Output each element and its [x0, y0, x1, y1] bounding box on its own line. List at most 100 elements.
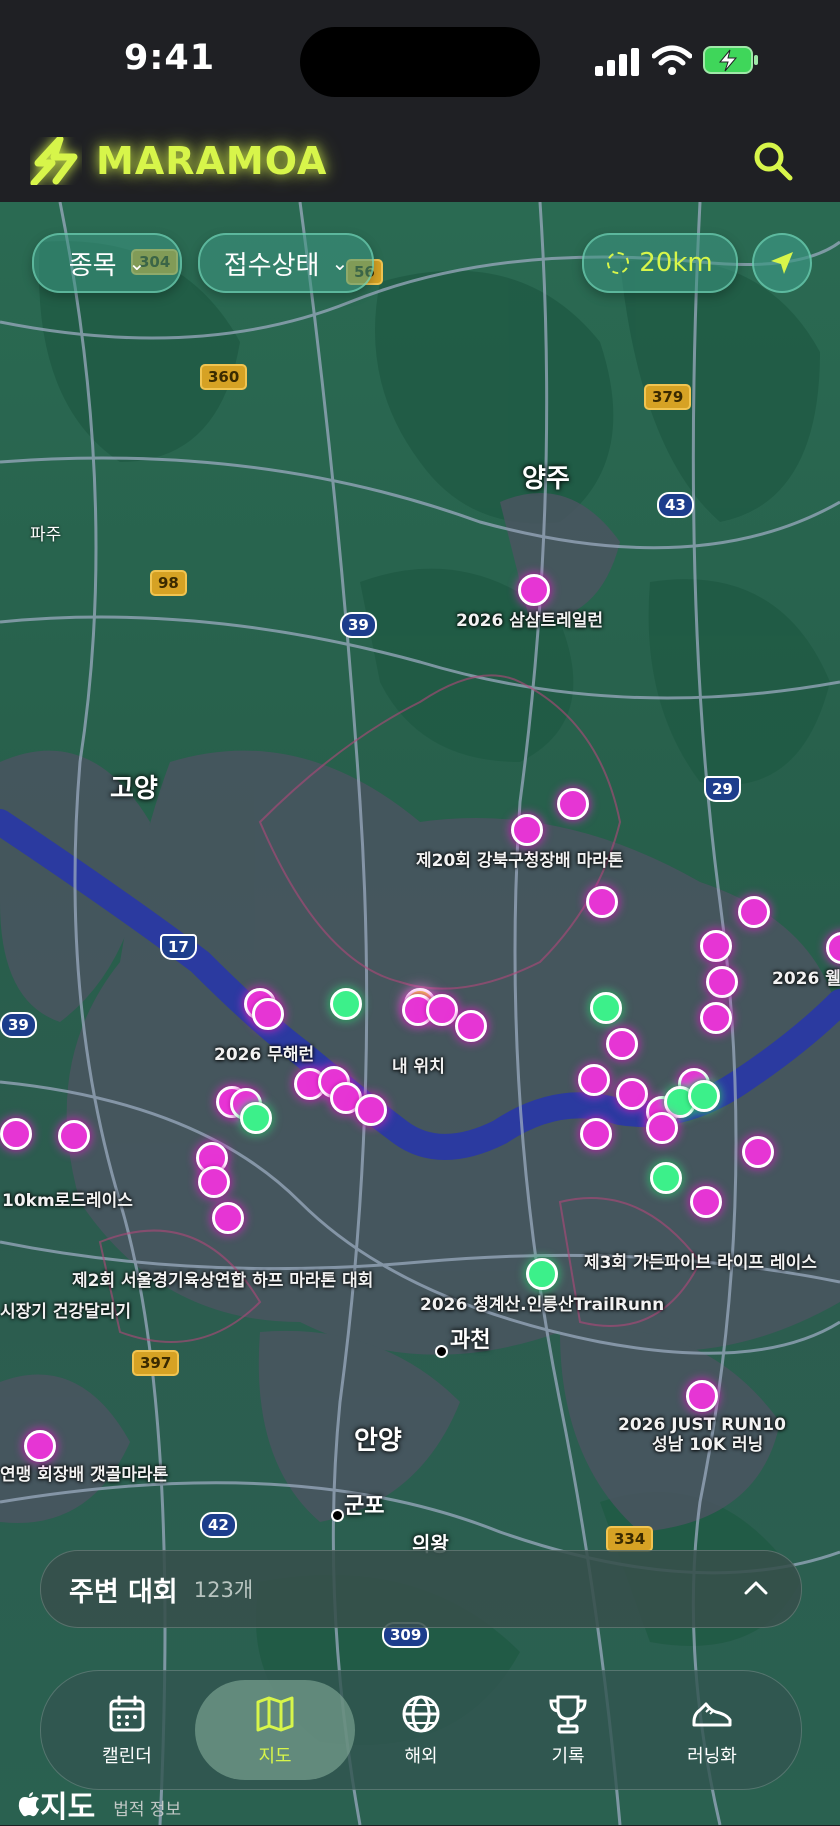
tab-calendar[interactable]: 캘린더: [52, 1671, 202, 1789]
tab-label: 해외: [404, 1746, 438, 1767]
road-shield: 39: [340, 612, 377, 638]
apple-logo-icon: [18, 1792, 39, 1817]
tab-label: 기록: [551, 1746, 585, 1767]
event-pin-open[interactable]: [590, 992, 622, 1024]
event-pin[interactable]: [557, 788, 589, 820]
event-pin[interactable]: [0, 1118, 32, 1150]
road-shield: 379: [644, 384, 692, 410]
event-pin[interactable]: [212, 1202, 244, 1234]
maps-attribution: 지도 법적 정보: [18, 1782, 181, 1826]
tab-map[interactable]: 지도: [195, 1680, 355, 1780]
map-icon: [256, 1696, 294, 1732]
road-shield: 43: [657, 492, 694, 518]
road-shield: 29: [704, 776, 741, 802]
event-pin[interactable]: [706, 966, 738, 998]
battery-icon: [703, 46, 758, 74]
category-filter[interactable]: 종목 ⌄: [32, 233, 182, 293]
event-label[interactable]: 2026 웰: [772, 970, 840, 989]
event-pin[interactable]: [742, 1136, 774, 1168]
event-pin[interactable]: [646, 1112, 678, 1144]
event-label[interactable]: 2026 무해런: [214, 1046, 314, 1065]
chevron-down-icon: ⌄: [128, 251, 146, 275]
event-label[interactable]: 연맹 회장배 갯골마라톤: [0, 1466, 168, 1485]
signal-icon: [595, 44, 641, 76]
status-filter-label: 접수상태: [223, 250, 320, 281]
event-label[interactable]: 성남 10K 러닝: [652, 1436, 763, 1455]
event-pin[interactable]: [426, 994, 458, 1026]
locate-me-button[interactable]: [752, 233, 812, 293]
event-pin[interactable]: [24, 1430, 56, 1462]
event-pin[interactable]: [578, 1064, 610, 1096]
radius-filter-label: 20km: [639, 248, 713, 278]
city-label: 군포: [344, 1494, 385, 1519]
maps-label: 지도: [40, 1790, 96, 1825]
event-pin[interactable]: [511, 814, 543, 846]
city-label: 고양: [110, 774, 158, 804]
event-pin[interactable]: [455, 1010, 487, 1042]
nearby-events-sheet[interactable]: 주변 대회 123개: [40, 1550, 802, 1628]
event-pin-open[interactable]: [240, 1102, 272, 1134]
event-pin[interactable]: [700, 1002, 732, 1034]
event-label[interactable]: 2026 JUST RUN10: [618, 1416, 786, 1435]
chevron-up-icon[interactable]: [741, 1573, 771, 1603]
app-logo: MARAMOA: [30, 136, 327, 186]
tab-shoes[interactable]: 러닝화: [637, 1671, 787, 1789]
road-shield: 397: [132, 1350, 180, 1376]
app-title: MARAMOA: [96, 139, 328, 183]
event-pin-open[interactable]: [330, 988, 362, 1020]
dynamic-island: [300, 27, 540, 97]
radius-filter[interactable]: 20km: [582, 233, 738, 293]
calendar-icon: [109, 1695, 145, 1732]
bolt-logo-icon: [30, 137, 78, 185]
event-pin[interactable]: [700, 930, 732, 962]
city-label: 파주: [30, 525, 62, 545]
event-label[interactable]: 제3회 가든파이브 라이프 레이스: [584, 1254, 817, 1273]
shoe-icon: [692, 1702, 732, 1727]
event-label[interactable]: 제20회 강북구청장배 마라톤: [416, 852, 624, 871]
wifi-icon: [652, 45, 692, 75]
sheet-title: 주변 대회: [69, 1576, 178, 1608]
event-pin[interactable]: [198, 1166, 230, 1198]
tab-label: 캘린더: [102, 1746, 152, 1767]
legal-link[interactable]: 법적 정보: [113, 1795, 181, 1820]
event-pin[interactable]: [58, 1120, 90, 1152]
event-pin[interactable]: [738, 896, 770, 928]
event-label[interactable]: 10km로드레이스: [2, 1192, 133, 1211]
event-pin[interactable]: [690, 1186, 722, 1218]
city-label: 과천: [450, 1328, 491, 1353]
road-shield: 98: [150, 570, 187, 596]
event-pin[interactable]: [606, 1028, 638, 1060]
category-filter-label: 종목: [68, 250, 117, 281]
sheet-count: 123개: [193, 1578, 254, 1602]
road-shield: 17: [160, 934, 197, 960]
city-label: 양주: [522, 464, 570, 494]
event-label[interactable]: 2026 청계산.인릉산TrailRunn: [420, 1296, 664, 1315]
event-pin-open[interactable]: [688, 1080, 720, 1112]
status-filter[interactable]: 접수상태 ⌄: [198, 233, 374, 293]
radius-icon: [607, 252, 630, 274]
top-bar: 9:41 MARAMOA: [0, 0, 840, 202]
event-pin[interactable]: [355, 1094, 387, 1126]
event-pin[interactable]: [518, 574, 550, 606]
event-pin[interactable]: [616, 1078, 648, 1110]
tab-label: 러닝화: [687, 1746, 737, 1767]
city-label: 안양: [354, 1426, 402, 1456]
road-shield: 360: [200, 364, 248, 390]
tab-overseas[interactable]: 해외: [346, 1671, 496, 1789]
event-pin[interactable]: [686, 1380, 718, 1412]
event-pin-open[interactable]: [650, 1162, 682, 1194]
event-label[interactable]: 시장기 건강달리기: [0, 1303, 131, 1322]
event-label[interactable]: 2026 삼삼트레일런: [456, 612, 603, 631]
globe-icon: [402, 1695, 440, 1733]
tab-bar: 캘린더 지도 해외 기록 러닝화: [40, 1670, 802, 1790]
road-shield: 334: [606, 1526, 654, 1552]
event-pin-open[interactable]: [526, 1258, 558, 1290]
tab-records[interactable]: 기록: [493, 1671, 643, 1789]
event-pin[interactable]: [586, 886, 618, 918]
search-icon[interactable]: [748, 136, 798, 186]
event-label[interactable]: 제2회 서울경기육상연합 하프 마라톤 대회: [72, 1272, 373, 1291]
location-arrow-icon: [771, 252, 793, 274]
status-time: 9:41: [124, 38, 216, 78]
event-pin[interactable]: [252, 998, 284, 1030]
event-pin[interactable]: [580, 1118, 612, 1150]
